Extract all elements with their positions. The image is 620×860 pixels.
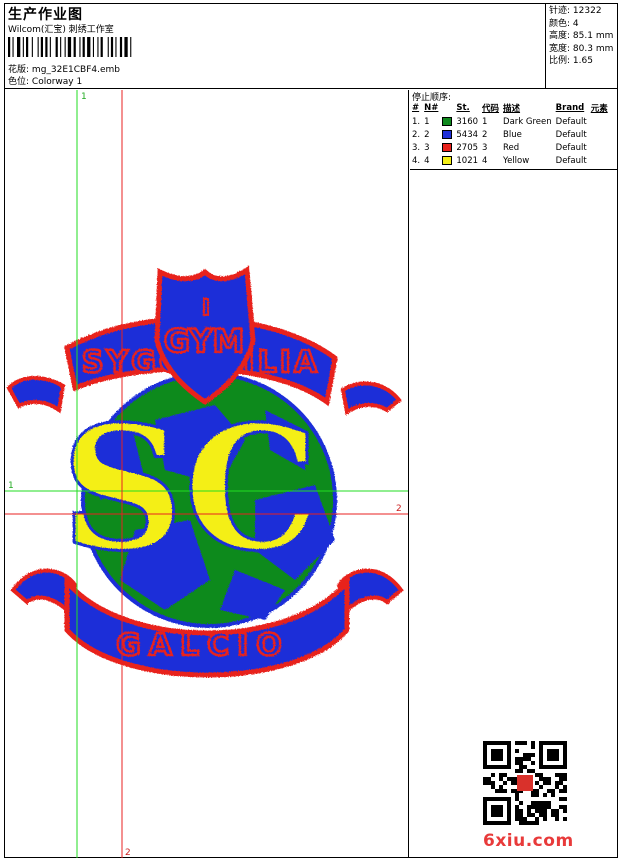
row-index: 3. — [412, 142, 421, 153]
row-brand: Default — [555, 129, 587, 140]
production-worksheet: 生产作业图 Wilcom(汇宝) 刺绣工作室 花版: mg_32E1CBF4.e… — [4, 3, 618, 858]
banner-bottom-text: GALCIO — [116, 628, 290, 663]
row-index: 2. — [412, 129, 421, 140]
table-header-row: # N# St. 代码 描述 Brand 元素 — [412, 102, 612, 115]
color-swatch — [442, 155, 453, 165]
col-needle: N# — [424, 103, 439, 113]
monogram-text: SC — [61, 389, 319, 589]
row-stitches: 5434 — [456, 129, 479, 140]
qr-code — [483, 741, 567, 825]
design-preview: GALCIO SC SYGGYMILI — [5, 90, 409, 858]
col-code: 代码 — [482, 104, 500, 114]
stat-scale: 比例: 1.65 — [549, 56, 593, 67]
row-brand: Default — [555, 155, 587, 166]
guide-label-green-h: 1 — [8, 481, 14, 491]
row-description: Blue — [503, 129, 522, 140]
row-element — [591, 141, 612, 154]
color-swatch — [442, 116, 453, 126]
row-swatch — [442, 141, 456, 154]
row-description: Yellow — [503, 155, 530, 166]
row-brand: Default — [555, 116, 587, 127]
row-swatch — [442, 115, 456, 128]
row-needle: 4 — [424, 155, 430, 166]
monogram: SC — [59, 388, 320, 591]
stat-height: 高度: 85.1 mm — [549, 31, 614, 42]
col-stitches: St. — [456, 103, 470, 113]
stop-sequence-table: # N# St. 代码 描述 Brand 元素 1. 1 3160 1 Dark Gre… — [412, 102, 612, 167]
colorway-label: 色位: — [8, 77, 30, 87]
row-stitches: 2705 — [456, 142, 479, 153]
guide-label-red-h: 2 — [396, 504, 402, 514]
guide-label-green-v: 1 — [81, 92, 87, 102]
stop-sequence-panel: 停止顺序: # N# St. 代码 描述 Brand 元素 1. 1 3160 1 Da… — [410, 90, 617, 170]
col-index: # — [412, 103, 420, 113]
row-element — [591, 115, 612, 128]
guide-label-red-v: 2 — [125, 848, 131, 858]
col-element: 元素 — [590, 104, 608, 114]
colorway-line: 色位: Colorway 1 — [8, 74, 82, 87]
table-row: 3. 3 2705 3 Red Default — [412, 141, 612, 154]
row-swatch — [442, 154, 456, 167]
row-stitches: 3160 — [456, 116, 479, 127]
company-name: Wilcom(汇宝) 刺绣工作室 — [8, 25, 114, 35]
row-index: 4. — [412, 155, 421, 166]
table-row: 4. 4 1021 4 Yellow Default — [412, 154, 612, 167]
stat-width: 宽度: 80.3 mm — [549, 43, 614, 54]
row-description: Red — [503, 142, 520, 153]
color-swatch — [442, 129, 453, 139]
stat-stitches: 针迹: 12322 — [549, 6, 602, 16]
row-element — [591, 128, 612, 141]
site-logo: 6xiu.com — [483, 831, 574, 851]
row-brand: Default — [555, 142, 587, 153]
row-index: 1. — [412, 116, 421, 127]
row-needle: 1 — [424, 116, 430, 127]
color-swatch — [442, 142, 453, 152]
sheet-title: 生产作业图 — [8, 7, 83, 23]
row-code: 4 — [482, 155, 488, 166]
barcode — [8, 37, 132, 57]
col-description: 描述 — [503, 104, 521, 114]
header-info: 生产作业图 Wilcom(汇宝) 刺绣工作室 花版: mg_32E1CBF4.e… — [5, 4, 545, 89]
site-watermark: 6xiu.com — [483, 741, 573, 854]
row-swatch — [442, 128, 456, 141]
header: 生产作业图 Wilcom(汇宝) 刺绣工作室 花版: mg_32E1CBF4.e… — [5, 4, 617, 89]
row-description: Dark Green — [503, 116, 552, 127]
row-element — [591, 154, 612, 167]
colorway-value: Colorway 1 — [31, 77, 83, 87]
row-needle: 3 — [424, 142, 430, 153]
shield-top-mark: I — [202, 296, 210, 321]
col-swatch — [442, 102, 456, 115]
table-row: 1. 1 3160 1 Dark Green Default — [412, 115, 612, 128]
row-stitches: 1021 — [456, 155, 479, 166]
col-brand: Brand — [555, 103, 585, 113]
row-code: 2 — [482, 129, 488, 140]
stat-colors: 颜色: 4 — [549, 18, 579, 29]
table-row: 2. 2 5434 2 Blue Default — [412, 128, 612, 141]
row-code: 1 — [482, 116, 488, 127]
shield-text: GYM — [164, 322, 245, 360]
design-stats: 针迹: 12322 颜色: 4 高度: 85.1 mm 宽度: 80.3 mm … — [545, 4, 617, 89]
row-code: 3 — [482, 142, 488, 153]
row-needle: 2 — [424, 129, 430, 140]
embroidery-crest: GALCIO SC SYGGYMILI — [5, 90, 408, 858]
